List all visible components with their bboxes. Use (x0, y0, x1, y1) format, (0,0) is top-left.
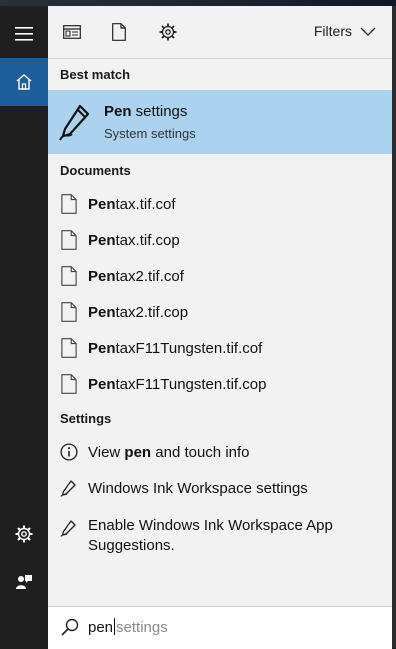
settings-item[interactable]: Enable Windows Ink Workspace App Suggest… (48, 516, 392, 560)
settings-item[interactable]: Windows Ink Workspace settings (48, 470, 392, 506)
window-edge (392, 6, 396, 648)
document-item[interactable]: Pentax.tif.cop (48, 222, 392, 258)
menu-button[interactable] (0, 10, 48, 58)
user-feedback-icon (16, 575, 32, 589)
documents-heading: Documents (60, 163, 131, 178)
settings-item-label: View pen and touch info (88, 443, 250, 461)
document-item[interactable]: Pentax.tif.cof (48, 186, 392, 222)
home-icon (16, 74, 32, 90)
apps-icon (63, 25, 81, 39)
documents-filter-button[interactable] (107, 20, 131, 44)
pen-icon (60, 520, 76, 537)
pen-icon (59, 104, 90, 141)
best-match-subtitle: System settings (104, 126, 196, 141)
settings-filter-button[interactable] (156, 20, 180, 44)
settings-item[interactable]: View pen and touch info (48, 434, 392, 470)
document-icon (61, 266, 77, 286)
filters-label: Filters (313, 23, 352, 39)
search-typed-text: pen (88, 619, 114, 636)
document-name: Pentax2.tif.cof (88, 267, 184, 285)
document-icon (61, 374, 77, 394)
document-icon (61, 302, 77, 322)
search-input[interactable]: pen settings (88, 618, 168, 636)
text-caret (114, 618, 116, 635)
settings-item-label: Windows Ink Workspace settings (88, 479, 308, 497)
toolbar-divider (48, 58, 392, 59)
apps-filter-button[interactable] (60, 20, 84, 44)
document-name: Pentax2.tif.cop (88, 303, 189, 321)
settings-button[interactable] (0, 510, 48, 558)
search-box[interactable]: pen settings (48, 606, 392, 649)
document-item[interactable]: Pentax2.tif.cop (48, 294, 392, 330)
info-icon (60, 443, 78, 461)
settings-item-label: Enable Windows Ink Workspace App Suggest… (88, 517, 333, 554)
pen-icon (60, 480, 76, 497)
best-match-item[interactable]: Pen settings System settings (48, 90, 392, 154)
document-icon (61, 230, 77, 250)
filters-dropdown[interactable]: Filters (314, 23, 376, 39)
document-icon (112, 23, 126, 41)
document-item[interactable]: Pentax2.tif.cof (48, 258, 392, 294)
document-item[interactable]: PentaxF11Tungsten.tif.cof (48, 330, 392, 366)
document-name: PentaxF11Tungsten.tif.cof (88, 339, 263, 357)
left-rail (0, 6, 48, 648)
gear-icon (15, 525, 33, 543)
toolbar: Filters (48, 6, 392, 58)
chevron-down-icon (360, 27, 376, 36)
best-match-heading: Best match (60, 67, 131, 82)
best-match-title: Pen settings (104, 103, 188, 120)
document-icon (61, 194, 77, 214)
settings-heading: Settings (60, 411, 112, 426)
gear-icon (159, 23, 177, 41)
document-name: Pentax.tif.cop (88, 231, 180, 249)
document-icon (61, 338, 77, 358)
document-name: PentaxF11Tungsten.tif.cop (88, 375, 267, 393)
search-suggestion: settings (116, 619, 168, 636)
search-window: Filters Best match Pen settings System s… (0, 0, 396, 649)
search-panel: Filters Best match Pen settings System s… (48, 6, 392, 649)
home-button[interactable] (0, 58, 48, 106)
document-name: Pentax.tif.cof (88, 195, 176, 213)
document-item[interactable]: PentaxF11Tungsten.tif.cop (48, 366, 392, 402)
search-icon (61, 618, 79, 636)
feedback-button[interactable] (0, 558, 48, 606)
hamburger-menu-icon (15, 27, 33, 41)
